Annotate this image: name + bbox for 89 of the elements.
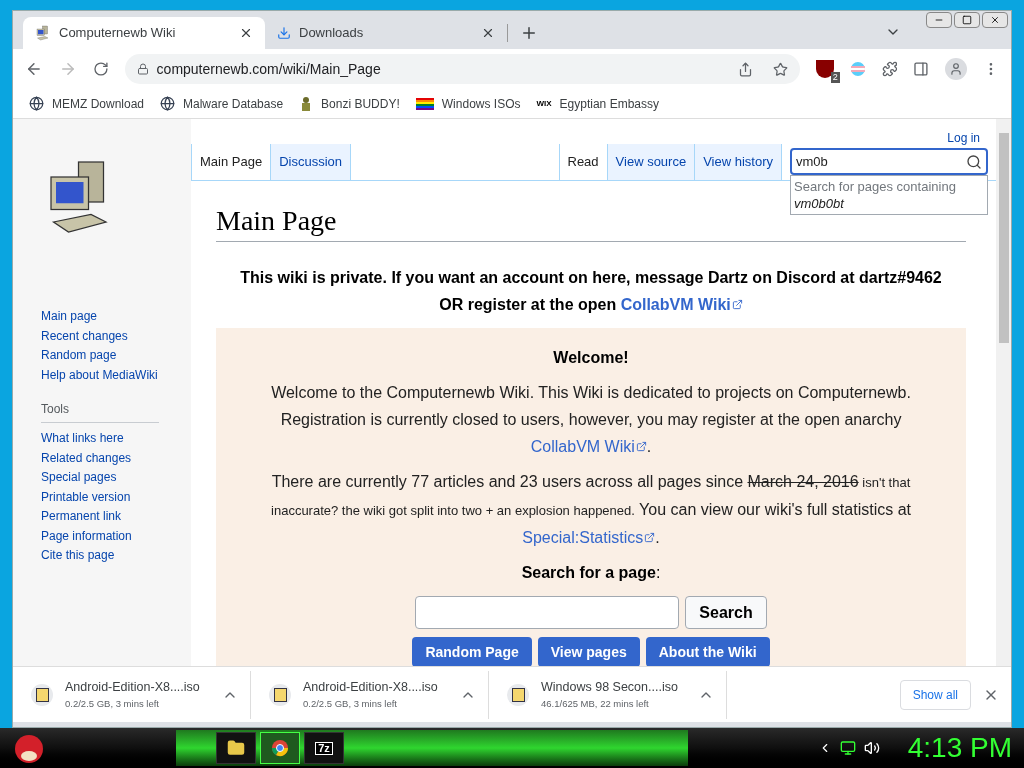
sidebar-link[interactable]: Main page bbox=[41, 307, 98, 327]
sidebar-link[interactable]: What links here bbox=[41, 429, 124, 449]
shield-extension-icon[interactable] bbox=[815, 60, 834, 78]
download-item[interactable]: Android-Edition-X8....iso 0.2/2.5 GB, 3 mins left bbox=[251, 670, 489, 719]
globe-icon bbox=[160, 96, 176, 111]
download-filename: Windows 98 Secon....iso bbox=[541, 679, 679, 696]
wiki-action-button[interactable]: Random Page bbox=[412, 637, 532, 666]
sidebar-link[interactable]: Page information bbox=[41, 526, 132, 546]
maximize-button[interactable] bbox=[954, 12, 980, 28]
wiki-link[interactable]: Special:Statistics bbox=[522, 524, 656, 551]
search-heading: Search for a page: bbox=[521, 563, 661, 583]
download-item[interactable]: Windows 98 Secon....iso 46.1/625 MB, 22 mins left bbox=[489, 670, 727, 719]
download-status: 0.2/2.5 GB, 3 mins left bbox=[303, 696, 398, 711]
download-icon bbox=[277, 26, 291, 40]
sidebar-link[interactable]: Printable version bbox=[41, 487, 131, 507]
close-window-button[interactable] bbox=[982, 12, 1008, 28]
wix-logo: WIX bbox=[536, 97, 552, 110]
reload-icon[interactable] bbox=[92, 61, 109, 77]
sidebar-link[interactable]: Cite this page bbox=[41, 546, 115, 566]
browser-taskbar-button[interactable] bbox=[260, 732, 300, 764]
browser-tab[interactable]: Downloads bbox=[265, 17, 507, 49]
download-item[interactable]: Android-Edition-X8....iso 0.2/2.5 GB, 3 mins left bbox=[13, 670, 251, 719]
volume-icon[interactable] bbox=[863, 740, 880, 756]
external-link-icon bbox=[731, 299, 743, 310]
close-tab-icon[interactable] bbox=[239, 26, 253, 40]
sidebar-link[interactable]: Recent changes bbox=[41, 326, 128, 346]
wiki-link[interactable]: CollabVM Wiki bbox=[530, 433, 647, 460]
wiki-action-button[interactable]: View pages bbox=[537, 637, 640, 666]
folder-icon bbox=[227, 739, 245, 757]
sidebar-link[interactable]: Special pages bbox=[41, 468, 117, 488]
clock[interactable]: 4:13 PM bbox=[907, 734, 1012, 762]
back-icon[interactable] bbox=[25, 60, 43, 78]
download-filename: Android-Edition-X8....iso bbox=[65, 679, 201, 696]
sidebar-link[interactable]: Random page bbox=[41, 346, 117, 366]
maximize-icon bbox=[962, 15, 972, 25]
show-all-button[interactable]: Show all bbox=[899, 679, 971, 710]
statistics-paragraph: There are currently 77 articles and 23 users across all pages since March 24, 2016 isn't that inaccurate? the wiki got split into two + an explosion happened. You can view our wiki's full statistics at Special:Statistics . bbox=[246, 468, 936, 551]
sidebar-link[interactable]: Help about MediaWiki bbox=[41, 365, 158, 385]
network-icon[interactable] bbox=[839, 740, 856, 756]
iso-file-icon bbox=[269, 683, 291, 706]
close-tab-icon[interactable] bbox=[481, 26, 495, 40]
rainbow-flag-icon bbox=[415, 96, 434, 111]
private-notice: This wiki is private. If you want an account on here, message Dartz on Discord at dartz#9462 OR register at the open CollabVM Wiki bbox=[240, 264, 942, 318]
lock-icon bbox=[136, 63, 149, 75]
wiki-action-button[interactable]: About the Wiki bbox=[645, 637, 770, 666]
external-link-icon bbox=[635, 441, 647, 452]
page-tab[interactable]: Discussion bbox=[271, 144, 351, 180]
sidebar-link[interactable]: Permanent link bbox=[41, 507, 122, 527]
browser-tab[interactable]: Computernewb Wiki bbox=[23, 17, 265, 49]
search-field[interactable]: vm0b bbox=[790, 148, 988, 175]
bookmark-link[interactable]: WIX Egyptian Embassy bbox=[536, 94, 659, 113]
minimize-button[interactable] bbox=[926, 12, 952, 28]
side-panel-icon[interactable] bbox=[913, 61, 930, 77]
download-status: 46.1/625 MB, 22 mins left bbox=[541, 696, 650, 711]
download-status: 0.2/2.5 GB, 3 mins left bbox=[65, 696, 160, 711]
page-search-field[interactable] bbox=[415, 596, 680, 629]
extensions-icon[interactable] bbox=[881, 61, 898, 77]
computer-icon bbox=[35, 25, 51, 41]
wiki-link[interactable]: CollabVM Wiki bbox=[620, 291, 743, 318]
extension-badge: 2 bbox=[830, 71, 840, 83]
address-bar[interactable]: computernewb.com/wiki/Main_Page bbox=[124, 54, 800, 84]
tools-heading: Tools bbox=[41, 400, 159, 423]
bookmark-link[interactable]: Bonzi BUDDY! bbox=[299, 94, 400, 113]
folder-taskbar-button[interactable] bbox=[216, 732, 256, 764]
search-suggestion[interactable]: Search for pages containing vm0b0bt bbox=[790, 175, 988, 215]
external-link-icon bbox=[644, 532, 656, 543]
profile-icon[interactable] bbox=[945, 58, 968, 80]
iso-file-icon bbox=[31, 683, 53, 706]
welcome-title: Welcome! bbox=[553, 348, 629, 368]
bookmark-link[interactable]: Malware Database bbox=[160, 94, 284, 113]
share-icon[interactable] bbox=[737, 61, 753, 77]
login-link[interactable]: Log in bbox=[947, 129, 980, 145]
view-tab[interactable]: View history bbox=[695, 144, 782, 180]
scrollbar[interactable] bbox=[996, 119, 1011, 666]
search-icon[interactable] bbox=[966, 153, 982, 170]
bookmark-link[interactable]: Windows ISOs bbox=[415, 94, 521, 113]
new-tab-icon[interactable] bbox=[520, 24, 538, 42]
close-icon bbox=[990, 15, 1000, 25]
bookmark-star-icon[interactable] bbox=[772, 61, 788, 77]
globe-icon bbox=[29, 96, 44, 111]
bookmark-link[interactable]: MEMZ Download bbox=[29, 94, 145, 113]
search-button[interactable]: Search bbox=[685, 596, 767, 629]
sidebar-link[interactable]: Related changes bbox=[41, 448, 132, 468]
download-filename: Android-Edition-X8....iso bbox=[303, 679, 439, 696]
view-tab[interactable]: View source bbox=[607, 144, 696, 180]
iso-file-icon bbox=[507, 683, 529, 706]
welcome-paragraph: Welcome to the Computernewb Wiki. This Wiki is dedicated to projects on Computernewb. Registration is currently closed to users, however, you may register at the open anarchy CollabVM Wiki . bbox=[246, 379, 936, 460]
archive-taskbar-button[interactable]: 7z bbox=[304, 732, 344, 764]
browser-icon bbox=[271, 739, 289, 757]
